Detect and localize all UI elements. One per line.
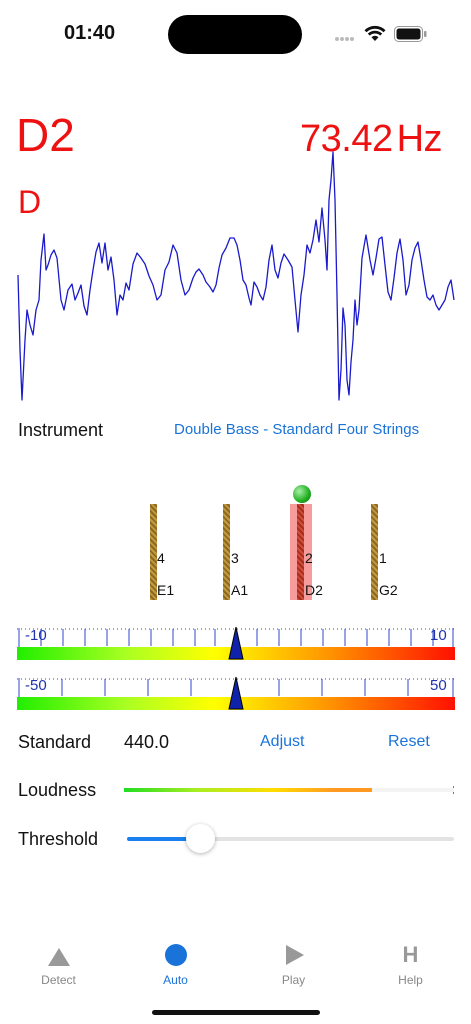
tab-label: Auto: [163, 973, 188, 987]
loudness-meter: [124, 786, 454, 794]
tab-help[interactable]: H Help: [352, 938, 469, 990]
loudness-label: Loudness: [18, 780, 97, 800]
string-number: 2: [305, 550, 313, 566]
string-selector: 4 E1 3 A1 2 D2 1 G2: [0, 480, 471, 610]
meter-min-label: -10: [25, 627, 47, 644]
meter-needle-icon: [228, 626, 244, 660]
battery-icon: [394, 26, 427, 42]
waveform-display: [17, 151, 455, 401]
meter-needle-icon: [228, 676, 244, 710]
string-note: G2: [379, 582, 398, 598]
tab-bar: Detect Auto Play H Help: [0, 938, 471, 998]
loudness-peak-marker: [453, 786, 454, 788]
string-number: 4: [157, 550, 165, 566]
tab-play[interactable]: Play: [235, 938, 352, 990]
instrument-label: Instrument: [18, 420, 104, 440]
instrument-selector[interactable]: Double Bass - Standard Four Strings: [174, 421, 419, 438]
circle-icon: [164, 944, 187, 966]
loudness-level-bar: [124, 788, 372, 792]
loudness-peak-marker: [453, 792, 454, 794]
triangle-icon: [47, 948, 70, 966]
threshold-slider[interactable]: [127, 824, 454, 854]
home-indicator: [152, 1010, 320, 1015]
active-string-indicator: [293, 485, 311, 503]
string-wire: [297, 504, 304, 600]
cellular-signal-icon: [335, 37, 354, 41]
standard-label: Standard: [18, 732, 92, 752]
adjust-button[interactable]: Adjust: [260, 733, 304, 751]
string-wire: [150, 504, 157, 600]
help-icon: H: [402, 942, 419, 967]
standard-value: 440.0: [124, 732, 170, 752]
string-wire: [371, 504, 378, 600]
tab-label: Help: [398, 973, 423, 987]
string-note: A1: [231, 582, 249, 598]
string-number: 1: [379, 550, 387, 566]
dynamic-island: [168, 15, 302, 54]
play-icon: [285, 945, 304, 965]
cents-meter-coarse: -10 10: [17, 626, 455, 662]
status-time: 01:40: [64, 22, 116, 44]
cents-meter-fine: -50 50: [17, 676, 455, 712]
string-note: E1: [157, 582, 175, 598]
meter-min-label: -50: [25, 677, 47, 694]
string-wire: [223, 504, 230, 600]
tab-detect[interactable]: Detect: [0, 938, 117, 990]
threshold-label: Threshold: [18, 829, 99, 849]
wifi-icon: [364, 25, 386, 41]
meter-max-label: 10: [430, 627, 447, 644]
tab-auto[interactable]: Auto: [117, 938, 234, 990]
reset-button[interactable]: Reset: [388, 733, 430, 751]
string-number: 3: [231, 550, 239, 566]
meter-max-label: 50: [430, 677, 447, 694]
tab-label: Detect: [41, 973, 76, 987]
slider-thumb[interactable]: [186, 824, 215, 853]
string-note: D2: [305, 582, 323, 598]
waveform-line: [17, 151, 455, 401]
tab-label: Play: [281, 973, 306, 987]
